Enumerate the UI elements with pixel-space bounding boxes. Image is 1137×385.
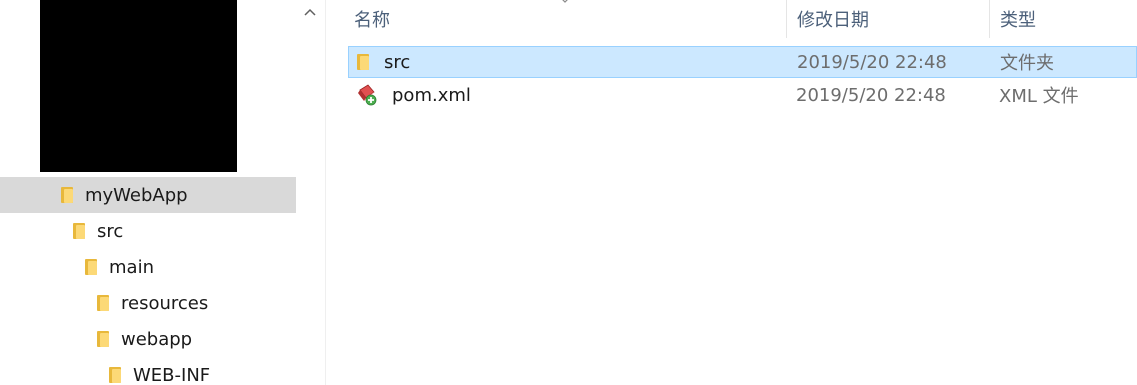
tree-item-mywebapp[interactable]: myWebApp bbox=[0, 177, 296, 213]
file-name-cell: pom.xml bbox=[356, 84, 471, 106]
scroll-up-button[interactable] bbox=[302, 4, 318, 20]
folder-icon bbox=[97, 294, 110, 312]
folder-icon bbox=[73, 222, 86, 240]
tree-item-label: webapp bbox=[121, 328, 193, 350]
tree-item-web-inf[interactable]: WEB-INF bbox=[0, 357, 296, 385]
folder-icon bbox=[97, 330, 110, 348]
column-header-label: 修改日期 bbox=[797, 10, 869, 31]
column-header-label: 类型 bbox=[1000, 10, 1036, 31]
xml-file-icon bbox=[358, 84, 377, 106]
tree-item-resources[interactable]: resources bbox=[0, 285, 296, 321]
tree-item-main[interactable]: main bbox=[0, 249, 296, 285]
file-row[interactable]: src 2019/5/20 22:48 文件夹 bbox=[348, 46, 1137, 78]
file-name: pom.xml bbox=[392, 84, 471, 106]
nav-scrollbar[interactable] bbox=[297, 0, 326, 385]
column-header-date-modified[interactable]: 修改日期 bbox=[787, 0, 990, 38]
folder-icon bbox=[85, 258, 98, 276]
file-row[interactable]: pom.xml 2019/5/20 22:48 XML 文件 bbox=[348, 79, 1137, 111]
file-date-modified: 2019/5/20 22:48 bbox=[796, 84, 946, 106]
tree-item-label: main bbox=[109, 256, 154, 278]
redacted-block bbox=[40, 0, 237, 172]
tree-item-label: src bbox=[97, 220, 124, 242]
column-header-bar: 名称 修改日期 类型 bbox=[326, 0, 1137, 38]
navigation-pane[interactable]: myWebApp src main resources webapp WEB-I… bbox=[0, 0, 297, 385]
chevron-up-icon bbox=[304, 8, 316, 16]
file-type: XML 文件 bbox=[999, 86, 1079, 107]
folder-icon bbox=[109, 366, 122, 384]
tree-item-src[interactable]: src bbox=[0, 213, 296, 249]
folder-icon bbox=[61, 186, 74, 204]
file-explorer-window: myWebApp src main resources webapp WEB-I… bbox=[0, 0, 1137, 385]
file-date-modified: 2019/5/20 22:48 bbox=[797, 51, 947, 73]
column-header-name[interactable]: 名称 bbox=[344, 0, 787, 38]
column-header-type[interactable]: 类型 bbox=[990, 0, 1137, 38]
tree-item-webapp[interactable]: webapp bbox=[0, 321, 296, 357]
folder-icon bbox=[357, 53, 370, 71]
file-type: 文件夹 bbox=[1000, 53, 1054, 74]
column-header-label: 名称 bbox=[354, 10, 390, 31]
tree-item-label: WEB-INF bbox=[133, 364, 211, 385]
file-list-pane[interactable]: 名称 修改日期 类型 src 2019/5/20 22:48 文件夹 pom.x… bbox=[326, 0, 1137, 385]
tree-item-label: resources bbox=[121, 292, 209, 314]
tree-item-label: myWebApp bbox=[85, 184, 188, 206]
file-name: src bbox=[384, 51, 411, 73]
file-name-cell: src bbox=[357, 52, 410, 73]
